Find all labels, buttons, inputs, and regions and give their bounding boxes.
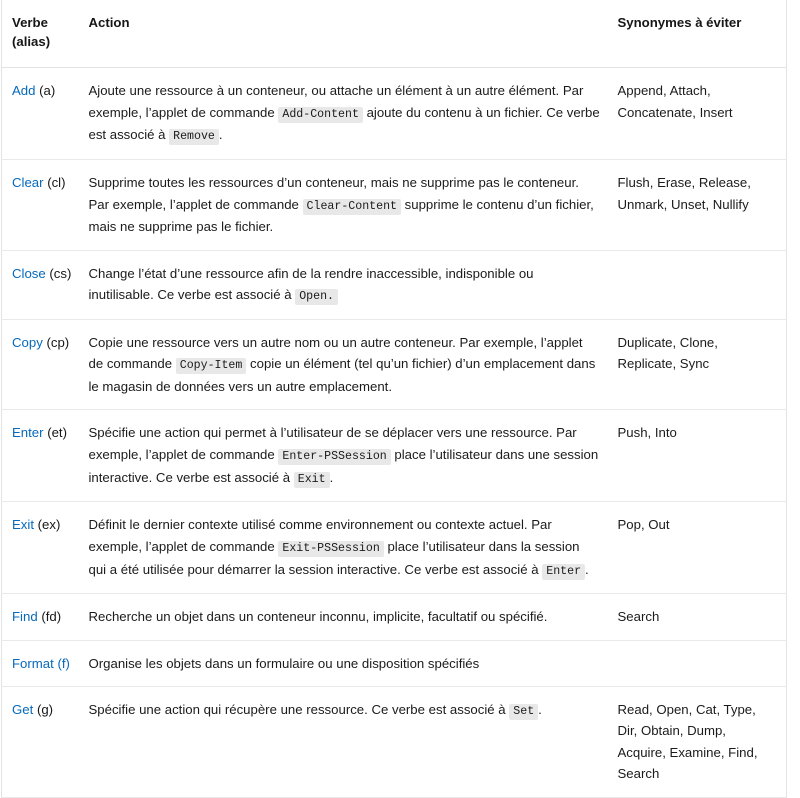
table-header: Verbe (alias) Action Synonymes à éviter [1, 0, 787, 69]
action-text: . [538, 702, 542, 718]
synonyms-text: Flush, Erase, Release, Unmark, Unset, Nu… [617, 175, 751, 212]
column-header-verb-line1: Verbe [12, 15, 48, 30]
inline-code: Exit-PSSession [278, 540, 384, 557]
inline-code: Open. [295, 289, 339, 306]
verb-link[interactable]: Close [12, 266, 46, 281]
verb-cell: Find (fd) [1, 593, 88, 641]
synonyms-cell: Search [616, 593, 787, 641]
action-text: Spécifie une action qui récupère une res… [88, 702, 510, 718]
synonyms-text: Push, Into [617, 425, 677, 441]
synonyms-cell: Append, Attach, Concatenate, Insert [616, 67, 787, 161]
synonyms-text: Pop, Out [617, 517, 670, 533]
verb-alias: (f) [57, 655, 70, 671]
table-header-row: Verbe (alias) Action Synonymes à éviter [1, 0, 787, 69]
verb-alias: (g) [36, 702, 54, 718]
table-row: Get (g) Spécifie une action qui récupère … [1, 686, 787, 798]
table-row: Enter (et) Spécifie une action qui permet… [1, 409, 787, 503]
synonyms-text: Read, Open, Cat, Type, Dir, Obtain, Dump… [617, 702, 758, 782]
table-row: Clear (cl) Supprime toutes les ressources… [1, 159, 787, 251]
verb-link[interactable]: Add [12, 83, 35, 98]
verb-link[interactable]: Copy [12, 335, 43, 350]
synonyms-cell: Duplicate, Clone, Replicate, Sync [616, 319, 787, 411]
verb-alias: (cs) [49, 265, 72, 281]
table-row: Copy (cp) Copie une ressource vers un aut… [1, 319, 787, 411]
inline-code: Clear-Content [302, 198, 401, 215]
approved-verbs-table: Verbe (alias) Action Synonymes à éviter … [1, 0, 787, 798]
inline-code: Enter-PSSession [278, 448, 391, 465]
verb-link[interactable]: Clear [12, 175, 44, 190]
action-cell: Spécifie une action qui permet à l’utili… [87, 409, 617, 503]
action-cell: Copie une ressource vers un autre nom ou… [87, 319, 617, 411]
action-cell: Organise les objets dans un formulaire o… [87, 640, 617, 688]
verb-cell: Enter (et) [1, 409, 88, 503]
verb-cell: Clear (cl) [1, 159, 88, 251]
inline-code: Set [509, 704, 539, 721]
inline-code: Remove [169, 129, 219, 146]
action-cell: Change l’état d’une ressource afin de la… [87, 250, 617, 320]
verb-link[interactable]: Exit [12, 517, 34, 532]
synonyms-cell: Push, Into [616, 409, 787, 503]
table-row: Close (cs) Change l’état d’une ressource … [1, 250, 787, 320]
synonyms-cell: Flush, Erase, Release, Unmark, Unset, Nu… [616, 159, 787, 251]
verb-cell: Close (cs) [1, 250, 88, 320]
table-row: Find (fd) Recherche un objet dans un cont… [1, 593, 787, 641]
table-row: Format (f) Organise les objets dans un fo… [1, 640, 787, 688]
action-cell: Supprime toutes les ressources d’un cont… [87, 159, 617, 251]
synonyms-text: Search [617, 609, 660, 625]
verb-link[interactable]: Format [12, 656, 54, 671]
action-text: . [329, 469, 334, 485]
verb-alias: (cl) [47, 175, 66, 191]
synonyms-cell: Pop, Out [616, 501, 787, 595]
inline-code: Exit [293, 471, 330, 488]
column-header-action: Action [87, 0, 617, 69]
action-cell: Ajoute une ressource à un conteneur, ou … [87, 67, 617, 161]
verb-alias: (cp) [46, 334, 70, 350]
action-text: Recherche un objet dans un conteneur inc… [88, 609, 548, 625]
verb-link[interactable]: Find [12, 609, 38, 624]
action-cell: Spécifie une action qui récupère une res… [87, 686, 617, 798]
verb-cell: Exit (ex) [1, 501, 88, 595]
inline-code: Add-Content [278, 106, 363, 123]
verb-cell: Add (a) [1, 67, 88, 161]
verb-cell: Copy (cp) [1, 319, 88, 411]
column-header-verb: Verbe (alias) [1, 0, 88, 69]
action-text: . [218, 127, 223, 143]
verb-alias: (ex) [37, 517, 61, 533]
synonyms-cell: Read, Open, Cat, Type, Dir, Obtain, Dump… [616, 686, 787, 798]
synonyms-cell [616, 250, 787, 320]
synonyms-cell [616, 640, 787, 688]
column-header-synonyms: Synonymes à éviter [616, 0, 787, 69]
approved-verbs-table-container: Verbe (alias) Action Synonymes à éviter … [0, 0, 800, 798]
inline-code: Copy-Item [175, 358, 247, 375]
synonyms-text: Duplicate, Clone, Replicate, Sync [617, 334, 718, 372]
synonyms-text: Append, Attach, Concatenate, Insert [617, 83, 733, 120]
verb-alias: (fd) [41, 609, 62, 625]
table-row: Add (a) Ajoute une ressource à un contene… [1, 67, 787, 161]
verb-cell: Get (g) [1, 686, 88, 798]
action-text: Organise les objets dans un formulaire o… [88, 655, 480, 671]
verb-link[interactable]: Get [12, 702, 33, 717]
verb-alias: (et) [47, 425, 67, 441]
action-text: . [585, 561, 589, 577]
action-cell: Définit le dernier contexte utilisé comm… [87, 501, 617, 595]
table-row: Exit (ex) Définit le dernier contexte uti… [1, 501, 787, 595]
action-cell: Recherche un objet dans un conteneur inc… [87, 593, 617, 641]
verb-alias: (a) [39, 83, 56, 99]
verb-link[interactable]: Enter [12, 425, 44, 440]
inline-code: Enter [542, 563, 586, 580]
verb-cell: Format (f) [1, 640, 88, 688]
column-header-verb-line2: (alias) [12, 34, 51, 50]
table-body: Add (a) Ajoute une ressource à un contene… [1, 67, 787, 798]
